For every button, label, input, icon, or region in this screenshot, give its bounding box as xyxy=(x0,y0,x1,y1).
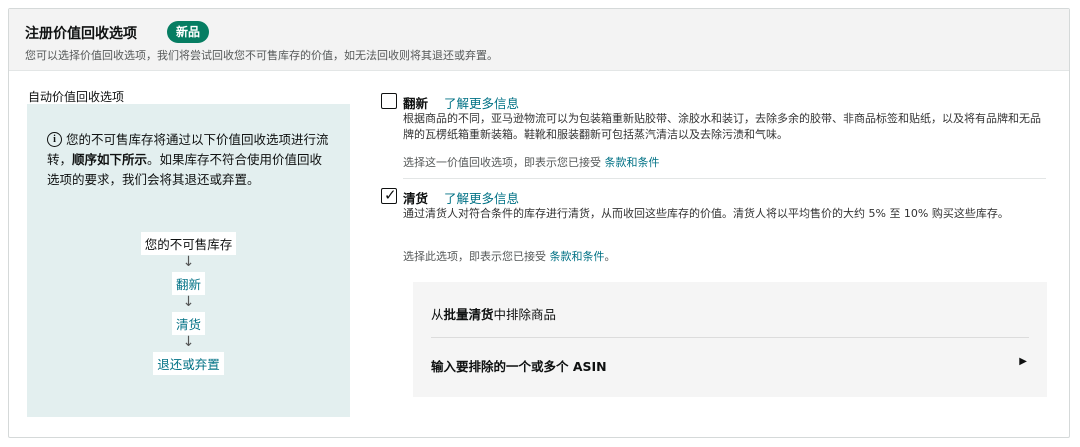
exclude-divider xyxy=(431,337,1029,338)
recovery-flow: 您的不可售库存 ↓ 翻新 ↓ 清货 ↓ 退还或弃置 xyxy=(27,232,350,375)
exclude-title: 从批量清货中排除商品 xyxy=(431,304,556,323)
asin-expander[interactable]: 输入要排除的一个或多个 ASIN ▶ xyxy=(431,347,1029,381)
exclude-suffix: 中排除商品 xyxy=(493,307,557,322)
info-text-bold: 顺序如下所示 xyxy=(72,152,148,167)
flow-step-refurbish: 翻新 xyxy=(171,272,205,295)
refurbish-description: 根据商品的不同，亚马逊物流可以为包装箱重新贴胶带、涂胶水和装订，去除多余的胶带、… xyxy=(403,112,1041,141)
option-divider xyxy=(403,178,1046,179)
liquidate-terms-link[interactable]: 条款和条件 xyxy=(550,250,605,263)
refurbish-terms-link[interactable]: 条款和条件 xyxy=(605,156,660,169)
flow-step-unsellable: 您的不可售库存 xyxy=(140,232,237,255)
caret-right-icon: ▶ xyxy=(1019,356,1027,367)
exclude-panel: 从批量清货中排除商品 输入要排除的一个或多个 ASIN ▶ xyxy=(413,282,1047,397)
arrow-down-icon: ↓ xyxy=(182,294,195,310)
page-title: 注册价值回收选项 xyxy=(25,26,137,42)
card-header: 注册价值回收选项 新品 您可以选择价值回收选项，我们将尝试回收您不可售库存的价值… xyxy=(9,9,1069,71)
liquidate-title: 清货 xyxy=(403,191,429,206)
liquidate-checkbox[interactable]: ✓ xyxy=(381,186,397,204)
info-panel: i 您的不可售库存将通过以下价值回收选项进行流转，顺序如下所示。如果库存不符合使… xyxy=(27,104,350,417)
page-subtitle: 您可以选择价值回收选项，我们将尝试回收您不可售库存的价值，如无法回收则将其退还或… xyxy=(25,49,498,62)
refurbish-learn-more-link[interactable]: 了解更多信息 xyxy=(444,96,519,111)
option-title: 翻新 了解更多信息 xyxy=(403,93,519,112)
arrow-down-icon: ↓ xyxy=(182,334,195,350)
flow-step-liquidate: 清货 xyxy=(171,312,205,335)
checkmark-icon: ✓ xyxy=(384,186,397,204)
arrow-down-icon: ↓ xyxy=(182,254,195,270)
flow-step-return-dispose: 退还或弃置 xyxy=(153,352,224,375)
terms-prefix: 选择这一价值回收选项，即表示您已接受 xyxy=(403,156,605,169)
refurbish-checkbox[interactable] xyxy=(381,93,397,109)
terms-prefix: 选择此选项，即表示您已接受 xyxy=(403,250,550,263)
liquidate-description: 通过清货人对符合条件的库存进行清货，从而收回这些库存的价值。清货人将以平均售价的… xyxy=(403,207,1009,220)
liquidate-learn-more-link[interactable]: 了解更多信息 xyxy=(444,191,519,206)
refurbish-terms: 选择这一价值回收选项，即表示您已接受 条款和条件 xyxy=(403,154,660,170)
terms-suffix: 。 xyxy=(604,250,616,263)
info-text: 您的不可售库存将通过以下价值回收选项进行流转，顺序如下所示。如果库存不符合使用价… xyxy=(47,130,332,190)
exclude-bold: 批量清货 xyxy=(443,307,494,322)
option-title: 清货 了解更多信息 xyxy=(403,188,519,207)
liquidate-terms: 选择此选项，即表示您已接受 条款和条件。 xyxy=(403,248,616,264)
new-badge: 新品 xyxy=(167,21,210,43)
refurbish-title: 翻新 xyxy=(403,96,429,111)
exclude-prefix: 从 xyxy=(431,307,444,322)
asin-label: 输入要排除的一个或多个 ASIN xyxy=(431,359,607,374)
auto-recovery-label: 自动价值回收选项 xyxy=(28,90,125,104)
